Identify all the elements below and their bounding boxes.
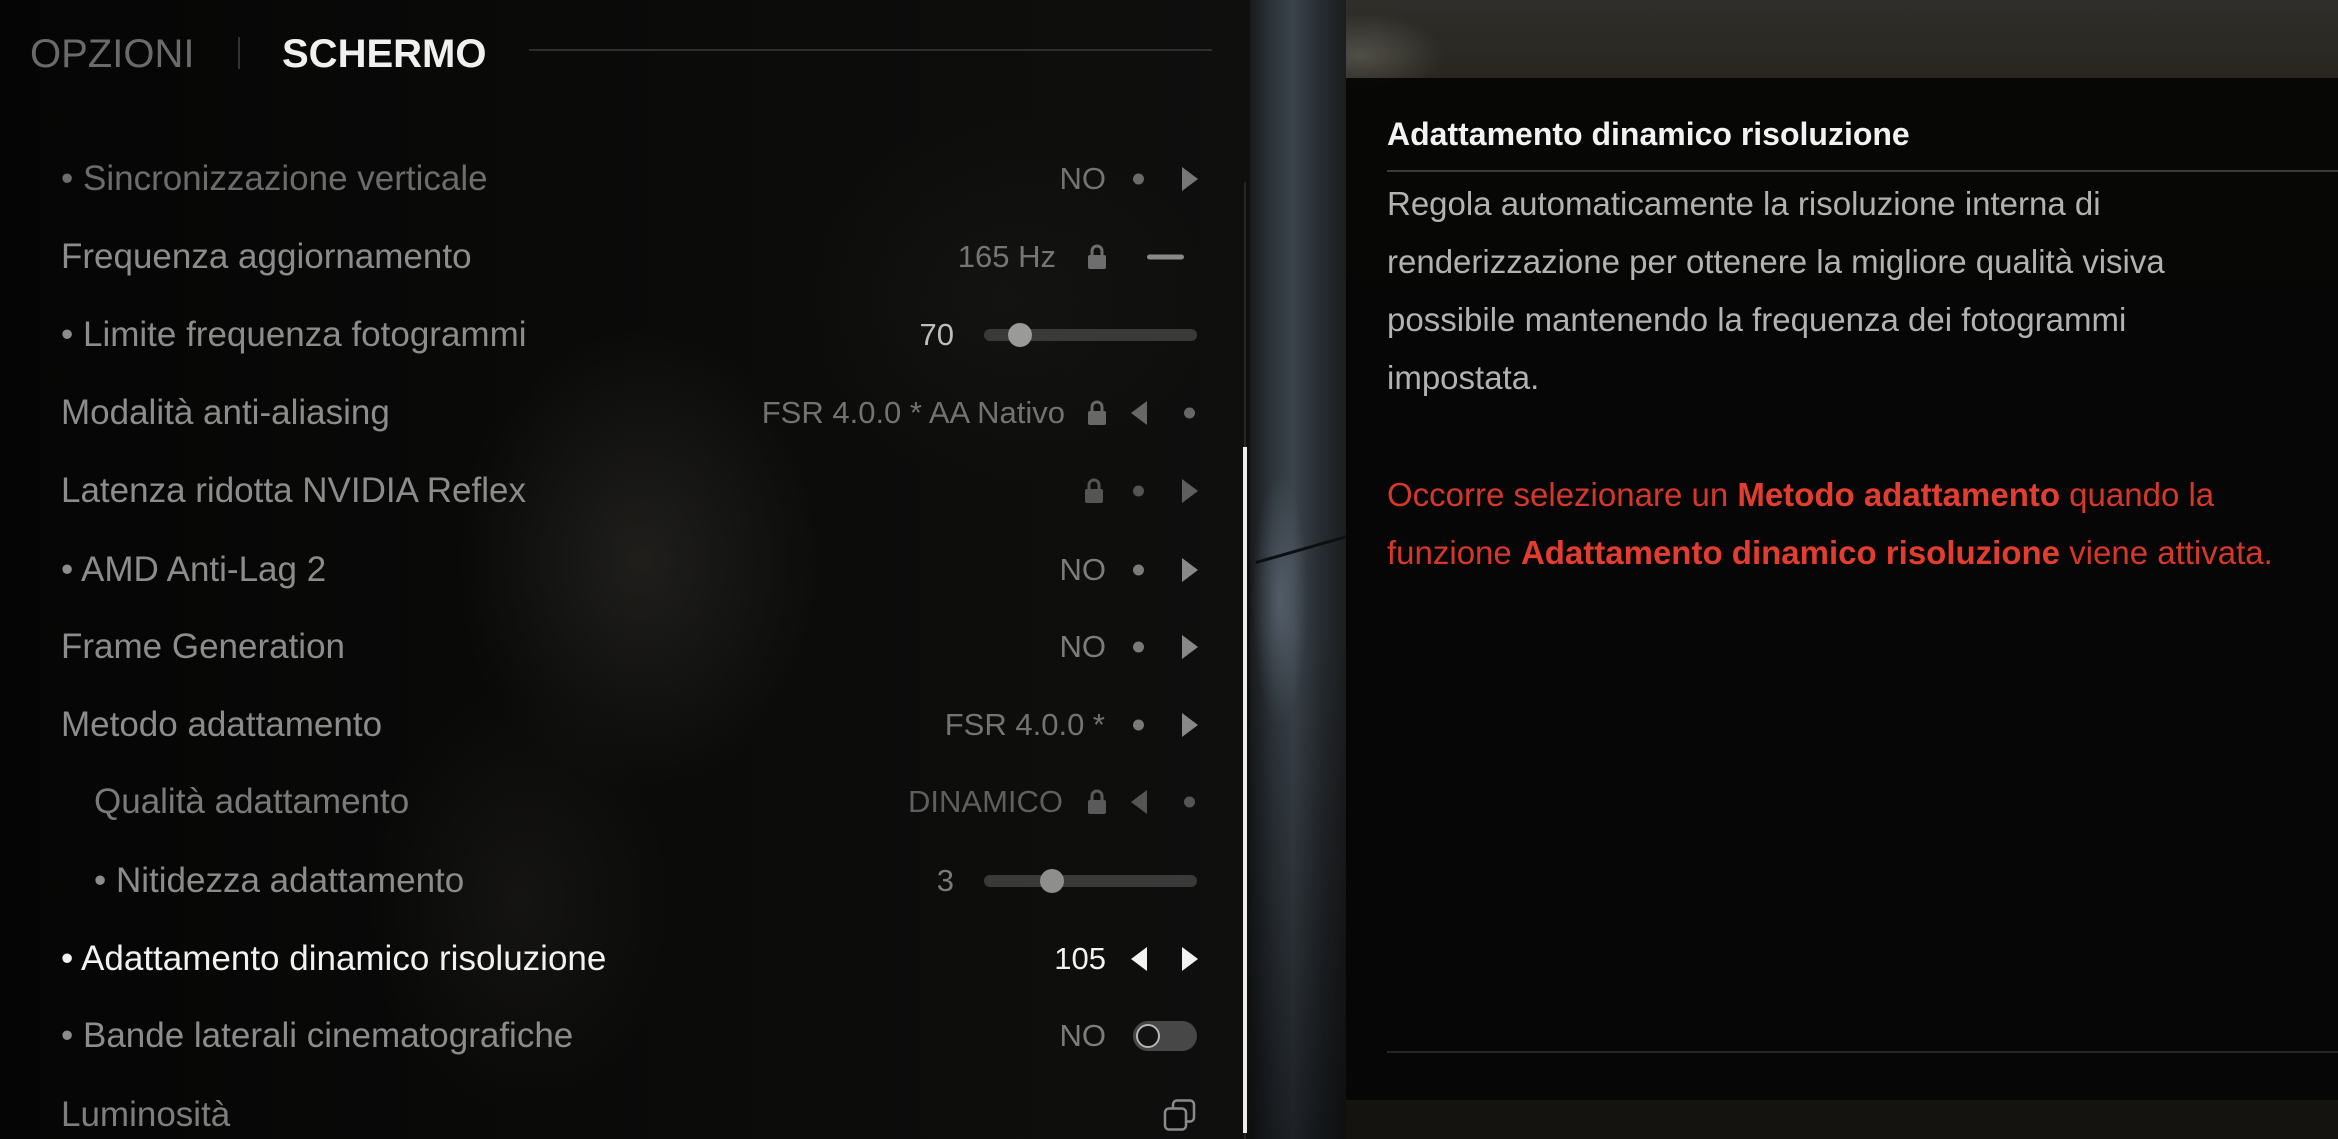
setting-row-upscale-sharpness[interactable]: • Nitidezza adattamento 3 (0, 859, 1230, 903)
cinematic-bars-toggle[interactable] (1133, 1021, 1197, 1051)
setting-label: Frequenza aggiornamento (61, 237, 472, 276)
info-warning-line: Occorre selezionare un Metodo adattament… (1387, 466, 2214, 524)
lock-icon (1087, 244, 1107, 270)
setting-label: Metodo adattamento (61, 705, 383, 744)
options-tab[interactable]: OPZIONI (30, 30, 194, 78)
dot-icon (1133, 173, 1144, 185)
info-description-line: impostata. (1387, 359, 1540, 396)
warning-text: funzione (1387, 534, 1521, 571)
dot-icon (1184, 407, 1195, 419)
arrow-right-icon[interactable] (1182, 947, 1198, 971)
setting-value: FSR 4.0.0 * (944, 707, 1105, 742)
header-divider (238, 37, 240, 69)
info-warning-line: funzione Adattamento dinamico risoluzion… (1387, 524, 2273, 582)
warning-text: viene attivata. (2060, 534, 2273, 571)
setting-value: FSR 4.0.0 * AA Nativo (761, 395, 1065, 430)
slider-knob[interactable] (1040, 869, 1065, 893)
setting-label: Modalità anti-aliasing (61, 393, 390, 432)
setting-row-refresh-rate[interactable]: Frequenza aggiornamento 165 Hz (0, 235, 1230, 279)
setting-row-cinematic-bars[interactable]: • Bande laterali cinematografiche NO (0, 1014, 1230, 1058)
warning-highlight: Adattamento dinamico risoluzione (1520, 534, 2060, 571)
warning-highlight: Metodo adattamento (1737, 476, 2061, 513)
setting-value: NO (1059, 1018, 1107, 1053)
warning-text: Occorre selezionare un (1387, 476, 1738, 513)
setting-value: NO (1059, 552, 1107, 587)
setting-label: Latenza ridotta NVIDIA Reflex (61, 471, 526, 510)
setting-label: Frame Generation (61, 627, 346, 666)
arrow-right-icon[interactable] (1182, 558, 1198, 582)
arrow-left-icon[interactable] (1131, 790, 1147, 814)
info-bottom-rule (1387, 1051, 2338, 1053)
setting-row-upscale-method[interactable]: Metodo adattamento FSR 4.0.0 * (0, 703, 1230, 747)
info-description-line: possibile mantenendo la frequenza dei fo… (1387, 301, 2127, 338)
setting-row-nvidia-reflex[interactable]: Latenza ridotta NVIDIA Reflex (0, 469, 1230, 513)
arrow-right-icon[interactable] (1182, 479, 1198, 503)
setting-value: 165 Hz (957, 239, 1056, 274)
setting-value: NO (1059, 161, 1107, 196)
arrow-left-icon[interactable] (1131, 947, 1147, 971)
setting-row-frame-rate-limit[interactable]: • Limite frequenza fotogrammi 70 (0, 313, 1230, 357)
setting-label: • Nitidezza adattamento (94, 861, 465, 900)
setting-value: NO (1059, 629, 1107, 664)
setting-label: • Adattamento dinamico risoluzione (61, 939, 607, 978)
info-description-line: Regola automaticamente la risoluzione in… (1387, 185, 2101, 222)
dot-icon (1133, 564, 1144, 576)
arrow-right-icon[interactable] (1182, 167, 1198, 191)
setting-label: • Sincronizzazione verticale (61, 159, 488, 198)
setting-label: Qualità adattamento (94, 782, 410, 821)
lock-icon (1087, 400, 1107, 426)
setting-value: 105 (1054, 941, 1106, 976)
setting-value: 70 (919, 317, 954, 352)
background-pillar (1250, 0, 1346, 1139)
setting-row-dynamic-resolution[interactable]: • Adattamento dinamico risoluzione 105 (0, 937, 1230, 981)
arrow-right-icon[interactable] (1182, 713, 1198, 737)
info-title: Adattamento dinamico risoluzione (1387, 116, 1910, 152)
lock-icon (1084, 478, 1104, 504)
setting-label: • Limite frequenza fotogrammi (61, 315, 527, 354)
setting-row-upscale-quality[interactable]: Qualità adattamento DINAMICO (0, 780, 1230, 824)
dot-icon (1133, 485, 1144, 497)
setting-row-frame-generation[interactable]: Frame Generation NO (0, 625, 1230, 669)
arrow-right-icon[interactable] (1182, 635, 1198, 659)
header-rule (529, 49, 1212, 51)
slider-knob[interactable] (1008, 323, 1033, 347)
setting-row-anti-aliasing[interactable]: Modalità anti-aliasing FSR 4.0.0 * AA Na… (0, 391, 1230, 435)
dash-icon (1147, 254, 1184, 260)
setting-row-amd-anti-lag[interactable]: • AMD Anti-Lag 2 NO (0, 548, 1230, 592)
section-title: SCHERMO (282, 32, 487, 76)
lock-icon (1087, 789, 1107, 815)
setting-label: • Bande laterali cinematografiche (61, 1016, 574, 1055)
dot-icon (1133, 719, 1144, 731)
setting-row-brightness[interactable]: Luminosità (0, 1093, 1230, 1137)
copy-icon[interactable] (1163, 1099, 1196, 1132)
setting-row-vertical-sync[interactable]: • Sincronizzazione verticale NO (0, 157, 1230, 201)
sharpness-slider[interactable] (984, 869, 1197, 893)
frame-rate-slider[interactable] (984, 323, 1197, 347)
info-title-rule (1387, 170, 2338, 172)
scrollbar-thumb[interactable] (1243, 447, 1247, 1133)
setting-value: 3 (936, 863, 954, 898)
info-description-line: renderizzazione per ottenere la migliore… (1387, 243, 2165, 280)
dot-icon (1133, 641, 1144, 653)
toggle-knob (1136, 1024, 1160, 1048)
dot-icon (1184, 796, 1195, 808)
setting-label: • AMD Anti-Lag 2 (61, 550, 327, 589)
arrow-left-icon[interactable] (1131, 401, 1147, 425)
setting-label: Luminosità (61, 1095, 231, 1134)
setting-value: DINAMICO (908, 784, 1063, 819)
warning-text: quando la (2060, 476, 2215, 513)
